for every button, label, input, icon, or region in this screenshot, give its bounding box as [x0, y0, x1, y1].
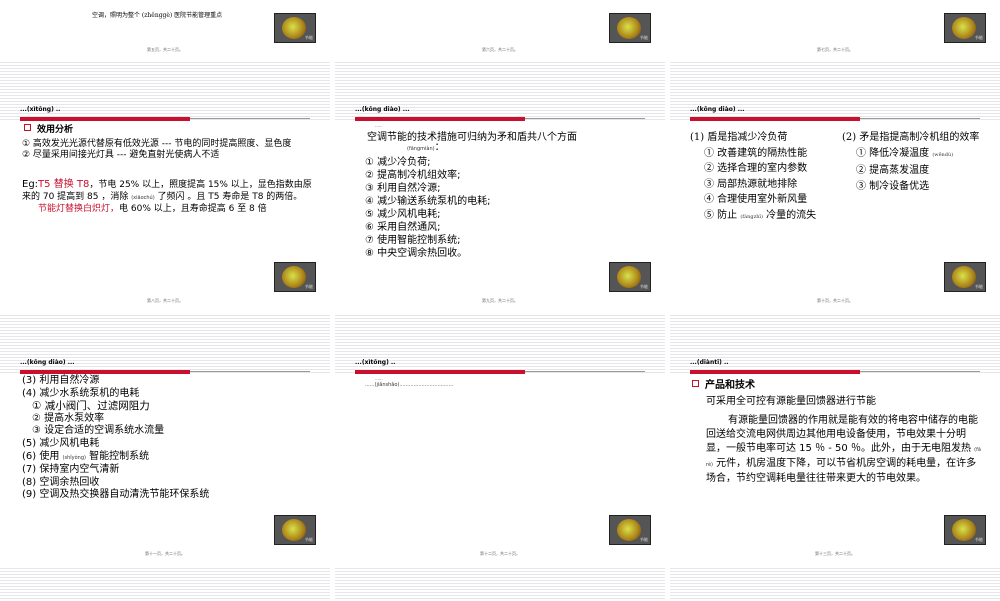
text-line: ......(jiǎnshǎo)........................…: [365, 382, 454, 388]
slide-thumbnail-10[interactable]: ...(kōng diào) ... (1) 盾是指减少冷负荷 ① 改善建筑的隔…: [670, 60, 1000, 310]
list-item: ⑦ 使用智能控制系统;: [365, 235, 461, 246]
example-line-2: 节能灯替换白炽灯，电 60% 以上，且寿命提高 6 至 8 倍: [38, 204, 267, 214]
bullet-icon: [24, 124, 31, 131]
logo-image: 节能: [609, 13, 651, 43]
slide-sorter-grid: 空调，照明为整个 (zhěnggè) 医院节能管理重点 节能 第五页，共二十页。…: [0, 0, 1000, 601]
red-title-bar: [20, 370, 190, 374]
slide-title: 效用分析: [37, 125, 74, 135]
list-item: ⑧ 中央空调余热回收。: [365, 248, 468, 259]
list-item: ② 提高蒸发温度: [856, 165, 930, 176]
list-item: (8) 空调余热回收: [22, 476, 100, 488]
list-item: ⑤ 防止 (fángzhǐ) 冷量的流失: [704, 209, 817, 221]
page-number: 第六页，共二十页。: [482, 47, 518, 52]
slide-title: 产品和技术: [705, 380, 755, 391]
list-item: ① 减小阀门、过滤网阻力: [32, 400, 150, 413]
slide-thumbnail-12[interactable]: ...(xìtǒng) .. ...... ......(jiǎnshǎo)..…: [335, 313, 665, 563]
list-item: (3) 利用自然冷源: [22, 375, 100, 386]
list-item: (4) 减少水系统泵机的电耗: [22, 387, 140, 399]
logo-image: 节能: [944, 13, 986, 43]
subtitle: 可采用全可控有源能量回馈器进行节能: [706, 395, 876, 407]
list-item: ① 改善建筑的隔热性能: [704, 147, 808, 159]
text-line: ① 高效发光光源代替原有低效光源 --- 节电的同时提高照度、显色度: [22, 139, 292, 149]
slide-header: ...(xìtǒng) ..: [20, 106, 61, 113]
logo-image: 节能: [274, 13, 316, 43]
slide-thumbnail-9[interactable]: ...(kōng diào) ... ...... 空调节能的技术措施可归纳为矛…: [335, 60, 665, 310]
list-item: (6) 使用 (shǐyòng) 智能控制系统: [22, 450, 150, 462]
example-paragraph: Eg:T5 替换 T8，节电 25% 以上，照度提高 15% 以上，显色指数由原…: [22, 179, 312, 202]
text-line: ② 尽量采用间接光灯具 --- 避免直射光使病人不适: [22, 150, 220, 160]
list-item: ③ 设定合适的空调系统水流量: [32, 425, 165, 437]
page-number: 第十一页，共二十页。: [145, 551, 185, 556]
list-item: ② 选择合理的室内参数: [704, 163, 808, 174]
page-number: 第十三页，共二十页。: [815, 551, 855, 556]
page-number: 第十页，共二十页。: [817, 298, 853, 303]
red-title-bar: [690, 117, 860, 121]
red-title-bar: [355, 370, 525, 374]
page-number: 第七页，共二十页。: [817, 47, 853, 52]
list-item: ① 降低冷凝温度 (wēndù): [856, 147, 954, 159]
slide-thumbnail-13[interactable]: ...(diàntī) .. 产品和技术 可采用全可控有源能量回馈器进行节能 有…: [670, 313, 1000, 563]
list-item: ④ 合理使用室外新风量: [704, 194, 808, 205]
list-item: ⑤ 减少风机电耗;: [365, 209, 441, 220]
logo-image: 节能: [944, 262, 986, 292]
list-item: ④ 减少输送系统泵机的电耗;: [365, 196, 491, 207]
slide-header: ...(kōng diào) ...: [20, 359, 75, 366]
page-number: 第八页，共二十页。: [147, 298, 183, 303]
logo-image: 节能: [944, 515, 986, 545]
slide-thumbnail-15[interactable]: [335, 566, 665, 601]
list-item: (9) 空调及热交换器自动清洗节能环保系统: [22, 489, 210, 501]
slide-thumbnail-7[interactable]: 节能 第七页，共二十页。: [670, 0, 1000, 55]
slide-header: ...(kōng diào) ...: [690, 106, 745, 113]
slide-thumbnail-8[interactable]: ...(xìtǒng) .. 效用分析 ① 高效发光光源代替原有低效光源 ---…: [0, 60, 330, 310]
list-item: ⑥ 采用自然通风;: [365, 222, 441, 233]
logo-image: 节能: [609, 262, 651, 292]
slide-header: ...(kōng diào) ...: [355, 106, 410, 113]
page-number: 第五页，共二十页。: [147, 47, 183, 52]
slide-header: ...(xìtǒng) ..: [355, 359, 396, 366]
page-number: 第九页，共二十页。: [482, 298, 518, 303]
list-item: ② 提高水泵效率: [32, 412, 105, 424]
slide-thumbnail-14[interactable]: [0, 566, 330, 601]
paragraph: 有源能量回馈器的作用就是能有效的将电容中储存的电能回送给交流电网供周边其他用电设…: [706, 415, 981, 484]
slide-thumbnail-6[interactable]: 节能 第六页，共二十页。: [335, 0, 665, 55]
list-item: (7) 保持室内空气清新: [22, 464, 120, 476]
slide-text: 空调，照明为整个 (zhěnggè) 医院节能管理重点: [92, 12, 223, 19]
list-item: ③ 利用自然冷源;: [365, 183, 441, 194]
slide-thumbnail-5[interactable]: 空调，照明为整个 (zhěnggè) 医院节能管理重点 节能 第五页，共二十页。: [0, 0, 330, 55]
list-item: (5) 减少风机电耗: [22, 437, 100, 449]
list-item: ③ 制冷设备优选: [856, 180, 930, 192]
logo-image: 节能: [609, 515, 651, 545]
slide-header: ...(diàntī) ..: [690, 359, 729, 366]
slide-thumbnail-11[interactable]: ...(kōng diào) ... (3) 利用自然冷源 (4) 减少水系统泵…: [0, 313, 330, 563]
logo-image: 节能: [274, 515, 316, 545]
red-title-bar: [20, 117, 190, 121]
right-column-title: (2) 矛是指提高制冷机组的效率: [842, 132, 980, 143]
red-title-bar: [355, 117, 525, 121]
bullet-icon: [692, 380, 699, 387]
list-item: ③ 局部热源就地排除: [704, 178, 798, 190]
red-title-bar: [690, 370, 860, 374]
list-item: ① 减少冷负荷;: [365, 157, 431, 168]
list-item: ② 提高制冷机组效率;: [365, 170, 461, 181]
slide-thumbnail-16[interactable]: [670, 566, 1000, 601]
page-number: 第十二页，共二十页。: [480, 551, 520, 556]
logo-image: 节能: [274, 262, 316, 292]
left-column-title: (1) 盾是指减少冷负荷: [690, 132, 788, 143]
